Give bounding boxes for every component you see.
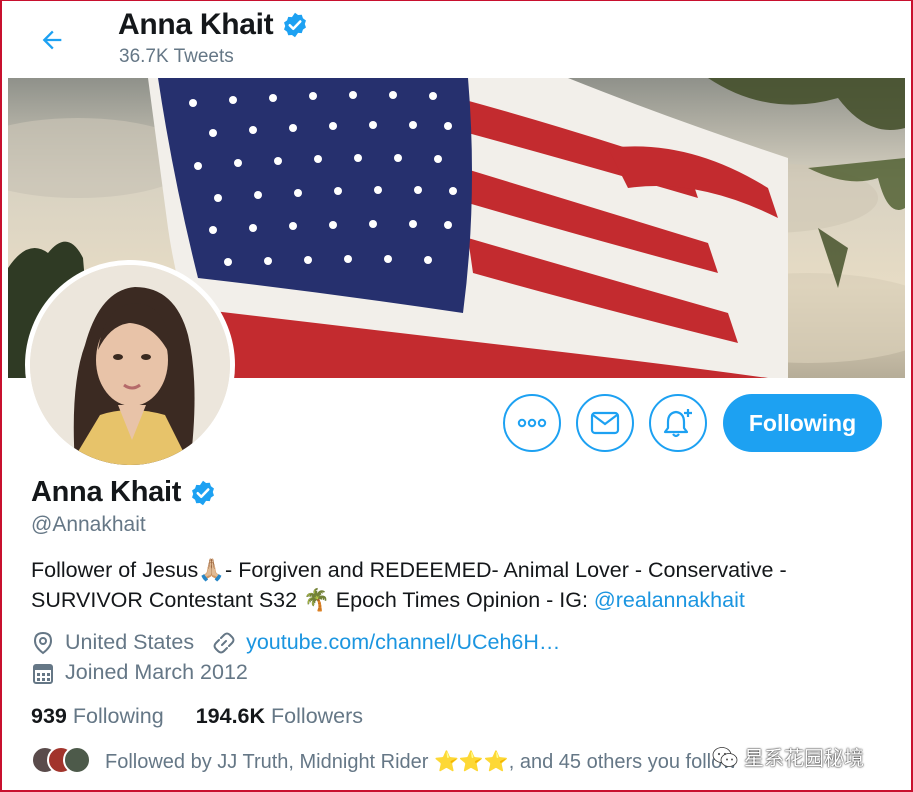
profile-meta-row: United States youtube.com/channel/UCeh6H… [31,630,560,655]
more-icon [517,418,547,428]
header-name: Anna Khait [118,8,274,41]
more-button[interactable] [503,394,561,452]
envelope-icon [590,411,620,435]
profile-location: United States [65,630,195,654]
profile-handle: @Annakhait [31,513,146,536]
bio-ig-link[interactable]: @realannakhait [594,588,745,612]
profile-bio: Follower of Jesus🙏🏼- Forgiven and REDEEM… [31,556,891,615]
arrow-left-icon [42,30,62,50]
watermark: 星系花园秘境 [712,742,864,771]
notifications-button[interactable] [649,394,707,452]
bell-plus-icon [663,409,692,438]
message-button[interactable] [576,394,634,452]
followers-stat[interactable]: 194.6K Followers [196,704,363,729]
following-label: Following [72,704,164,728]
verified-badge-icon [284,12,307,38]
link-icon [212,631,236,655]
following-stat[interactable]: 939 Following [31,704,164,729]
avatar [63,746,91,774]
verified-badge-icon [192,480,215,505]
profile-joined-row: Joined March 2012 [31,660,248,685]
followed-by-avatars [31,746,93,776]
bio-line-1: Follower of Jesus🙏🏼- Forgiven and REDEEM… [31,558,787,582]
profile-header-bar: Anna Khait 36.7K Tweets [8,2,905,78]
followed-by-row[interactable]: Followed by JJ Truth, Midnight Rider ⭐⭐⭐… [31,746,737,776]
profile-joined-date: Joined March 2012 [65,660,248,684]
profile-name: Anna Khait [31,476,217,509]
followers-count: 194.6K [195,704,266,728]
profile-display-name: Anna Khait [31,476,182,508]
following-button[interactable]: Following [723,394,882,452]
watermark-text: 星系花园秘境 [744,748,864,770]
bio-line-2-text: SURVIVOR Contestant S32 🌴 Epoch Times Op… [31,587,594,612]
location-pin-icon [31,631,55,655]
avatar-photo [30,265,230,465]
header-title: Anna Khait [118,8,309,42]
followers-label: Followers [271,704,364,728]
bio-line-2: SURVIVOR Contestant S32 🌴 Epoch Times Op… [31,586,891,616]
wechat-icon [712,746,738,767]
following-count: 939 [31,704,67,728]
tweet-count: 36.7K Tweets [119,46,234,67]
calendar-icon [31,661,55,685]
profile-avatar[interactable] [25,260,235,470]
profile-stats: 939 Following 194.6K Followers [31,704,363,729]
profile-website-link[interactable]: youtube.com/channel/UCeh6H… [246,630,560,655]
followed-by-text: Followed by JJ Truth, Midnight Rider ⭐⭐⭐… [105,750,737,773]
back-button[interactable] [30,18,74,62]
